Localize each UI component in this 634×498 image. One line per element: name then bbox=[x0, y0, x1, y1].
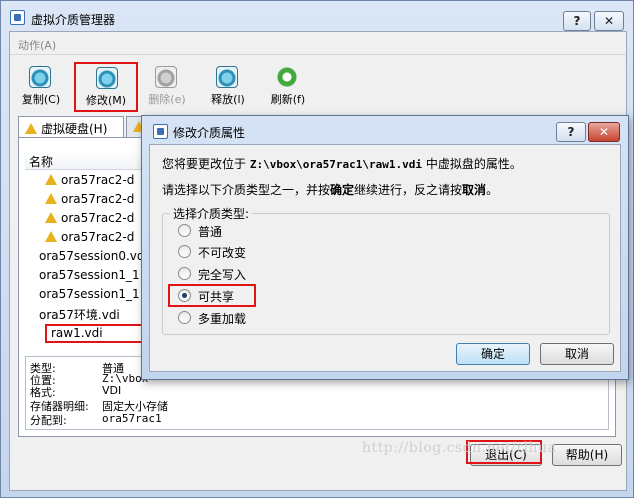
radio-circle bbox=[178, 224, 191, 237]
delete-label: 删除(e) bbox=[148, 93, 186, 106]
list-item-label: ora57rac2-d bbox=[61, 230, 135, 244]
media-type-group-label: 选择介质类型: bbox=[170, 205, 253, 222]
dialog-app-icon bbox=[153, 124, 168, 139]
release-disk-icon bbox=[216, 66, 238, 88]
instruction-part-b: 继续进行，反之请按 bbox=[354, 183, 463, 197]
dialog-instruction: 请选择以下介质类型之一，并按确定继续进行，反之请按取消。 bbox=[162, 181, 498, 198]
attached-label: 分配到: bbox=[30, 414, 67, 427]
modify-media-dialog: 修改介质属性 ? ✕ 您将要更改位于 Z:\vbox\ora57rac1\raw… bbox=[141, 115, 629, 380]
radio-shareable[interactable]: 可共享 bbox=[168, 284, 256, 307]
instruction-part-a: 请选择以下介质类型之一，并按 bbox=[162, 183, 331, 197]
radio-circle-checked bbox=[178, 289, 191, 302]
delete-disk-icon bbox=[155, 66, 177, 88]
list-item[interactable]: ora57session1_1 bbox=[25, 287, 145, 306]
refresh-icon bbox=[276, 66, 298, 88]
list-item[interactable]: ora57rac2-d bbox=[25, 211, 145, 230]
title-bar: 虚拟介质管理器 ? ✕ bbox=[1, 1, 633, 31]
attached-value: ora57rac1 bbox=[102, 412, 162, 425]
list-item-raw1-selected[interactable]: raw1.vdi bbox=[45, 324, 149, 343]
copy-disk-icon bbox=[29, 66, 51, 88]
tab-virtual-disks-label: 虚拟硬盘(H) bbox=[41, 122, 108, 136]
dialog-help-caption-button[interactable]: ? bbox=[556, 122, 586, 142]
cancel-button[interactable]: 取消 bbox=[540, 343, 614, 365]
radio-label: 多重加载 bbox=[198, 312, 247, 326]
copy-label: 复制(C) bbox=[21, 93, 61, 106]
close-caption-button[interactable]: ✕ bbox=[594, 11, 624, 31]
list-item[interactable]: ora57session0.vd bbox=[25, 249, 145, 268]
list-item[interactable]: ora57rac2-d bbox=[25, 173, 145, 192]
list-item[interactable]: ora57环境.vdi bbox=[25, 306, 145, 325]
help-caption-button[interactable]: ? bbox=[563, 11, 591, 31]
refresh-label: 刷新(f) bbox=[270, 93, 306, 106]
list-item-label: raw1.vdi bbox=[51, 326, 103, 340]
warning-icon bbox=[45, 174, 57, 185]
list-item[interactable]: ora57rac2-d bbox=[25, 230, 145, 249]
list-item-label: ora57环境.vdi bbox=[39, 308, 120, 322]
radio-label: 普通 bbox=[198, 225, 223, 239]
name-column-header[interactable]: 名称 bbox=[25, 150, 145, 170]
list-item-label: ora57session1_1 bbox=[39, 268, 140, 282]
tab-virtual-disks[interactable]: 虚拟硬盘(H) bbox=[18, 116, 124, 138]
ok-button[interactable]: 确定 bbox=[456, 343, 530, 365]
radio-circle bbox=[178, 311, 191, 324]
warning-icon bbox=[25, 123, 37, 134]
app-icon bbox=[10, 10, 25, 25]
copy-button[interactable]: 复制(C) bbox=[14, 66, 68, 110]
list-item-label: ora57rac2-d bbox=[61, 173, 135, 187]
dialog-title: 修改介质属性 bbox=[173, 126, 246, 140]
radio-label: 完全写入 bbox=[198, 268, 247, 282]
radio-circle bbox=[178, 245, 191, 258]
list-item[interactable]: ora57rac2-d bbox=[25, 192, 145, 211]
list-item[interactable]: ora57session1_1 bbox=[25, 268, 145, 287]
menu-bar: 动作(A) bbox=[10, 32, 626, 54]
dialog-message: 您将要更改位于 Z:\vbox\ora57rac1\raw1.vdi 中虚拟盘的… bbox=[162, 155, 522, 172]
instruction-part-c: 。 bbox=[486, 183, 499, 197]
list-item-label: ora57session1_1 bbox=[39, 287, 140, 301]
format-value: VDI bbox=[102, 384, 122, 397]
release-label: 释放(l) bbox=[211, 93, 245, 106]
dialog-client-area: 您将要更改位于 Z:\vbox\ora57rac1\raw1.vdi 中虚拟盘的… bbox=[149, 144, 621, 372]
list-item-label: ora57rac2-d bbox=[61, 211, 135, 225]
warning-icon bbox=[45, 193, 57, 204]
release-button[interactable]: 释放(l) bbox=[201, 66, 255, 110]
menu-action[interactable]: 动作(A) bbox=[18, 37, 56, 53]
message-prefix: 您将要更改位于 bbox=[162, 157, 250, 171]
warning-icon bbox=[45, 231, 57, 242]
message-path: Z:\vbox\ora57rac1\raw1.vdi bbox=[249, 158, 423, 171]
modify-button[interactable]: 修改(M) bbox=[74, 62, 138, 112]
instruction-ok: 确定 bbox=[330, 183, 355, 197]
radio-circle bbox=[178, 267, 191, 280]
window-title: 虚拟介质管理器 bbox=[31, 13, 116, 27]
modify-label: 修改(M) bbox=[85, 94, 127, 107]
dialog-close-caption-button[interactable]: ✕ bbox=[588, 122, 620, 142]
message-suffix: 中虚拟盘的属性。 bbox=[422, 157, 522, 171]
delete-button[interactable]: 删除(e) bbox=[140, 66, 194, 110]
refresh-button[interactable]: 刷新(f) bbox=[261, 66, 315, 110]
list-item-label: ora57rac2-d bbox=[61, 192, 135, 206]
help-button[interactable]: 帮助(H) bbox=[552, 444, 622, 466]
menu-separator bbox=[10, 54, 626, 55]
watermark: http://blog.csdn.net/rlhua bbox=[362, 440, 557, 456]
radio-label: 不可改变 bbox=[198, 246, 247, 260]
warning-icon bbox=[45, 212, 57, 223]
radio-label: 可共享 bbox=[198, 290, 235, 304]
instruction-cancel: 取消 bbox=[462, 183, 487, 197]
list-item-label: ora57session0.vd bbox=[39, 249, 145, 263]
modify-disk-icon bbox=[96, 67, 118, 89]
name-column-label: 名称 bbox=[29, 155, 54, 169]
